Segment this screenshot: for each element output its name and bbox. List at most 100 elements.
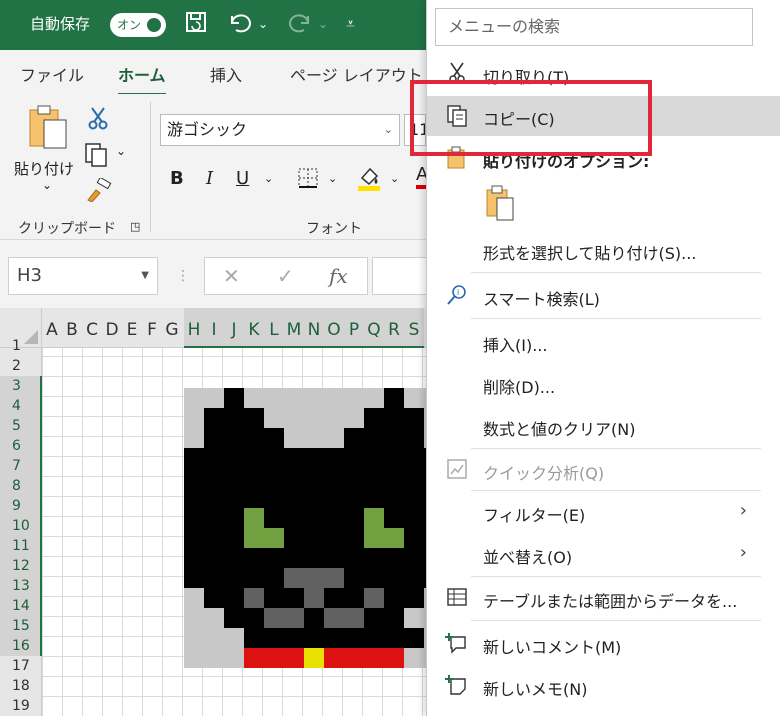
menu-item-new-comment[interactable]: 新しいコメント(M) xyxy=(427,624,780,664)
pixel-cell[interactable] xyxy=(244,548,264,568)
pixel-cell[interactable] xyxy=(344,628,364,648)
pixel-cell[interactable] xyxy=(384,388,404,408)
pixel-cell[interactable] xyxy=(304,608,324,628)
pixel-cell[interactable] xyxy=(344,428,364,448)
pixel-cell[interactable] xyxy=(244,388,264,408)
paste-option-button[interactable] xyxy=(483,184,519,224)
column-header[interactable]: O xyxy=(324,308,344,348)
pixel-cell[interactable] xyxy=(244,528,264,548)
pixel-cell[interactable] xyxy=(284,588,304,608)
pixel-cell[interactable] xyxy=(284,488,304,508)
pixel-cell[interactable] xyxy=(224,588,244,608)
row-header[interactable]: 9 xyxy=(0,496,42,516)
pixel-cell[interactable] xyxy=(324,388,344,408)
pixel-cell[interactable] xyxy=(404,528,424,548)
pixel-cell[interactable] xyxy=(184,468,204,488)
pixel-cell[interactable] xyxy=(184,608,204,628)
pixel-cell[interactable] xyxy=(264,428,284,448)
pixel-cell[interactable] xyxy=(384,548,404,568)
pixel-cell[interactable] xyxy=(224,468,244,488)
row-header[interactable]: 18 xyxy=(0,676,42,696)
name-box[interactable]: H3 ▼ xyxy=(8,257,158,295)
copy-dropdown-icon[interactable]: ⌄ xyxy=(116,144,126,158)
pixel-cell[interactable] xyxy=(244,408,264,428)
pixel-cell[interactable] xyxy=(344,648,364,668)
save-icon[interactable] xyxy=(184,10,208,41)
pixel-cell[interactable] xyxy=(304,528,324,548)
pixel-cell[interactable] xyxy=(344,448,364,468)
pixel-cell[interactable] xyxy=(184,648,204,668)
pixel-cell[interactable] xyxy=(324,408,344,428)
column-header[interactable]: H xyxy=(184,308,204,348)
row-header[interactable]: 2 xyxy=(0,356,42,376)
pixel-cell[interactable] xyxy=(324,528,344,548)
pixel-cell[interactable] xyxy=(204,588,224,608)
pixel-cell[interactable] xyxy=(284,648,304,668)
pixel-cell[interactable] xyxy=(224,528,244,548)
row-header[interactable]: 10 xyxy=(0,516,42,536)
clipboard-launcher-icon[interactable]: ◳ xyxy=(130,220,140,233)
pixel-cell[interactable] xyxy=(364,428,384,448)
row-header[interactable]: 16 xyxy=(0,636,42,656)
pixel-cell[interactable] xyxy=(384,468,404,488)
undo-icon[interactable] xyxy=(228,10,254,41)
pixel-cell[interactable] xyxy=(304,468,324,488)
pixel-cell[interactable] xyxy=(404,408,424,428)
pixel-cell[interactable] xyxy=(204,488,224,508)
pixel-cell[interactable] xyxy=(184,408,204,428)
pixel-cell[interactable] xyxy=(284,548,304,568)
pixel-cell[interactable] xyxy=(264,628,284,648)
pixel-cell[interactable] xyxy=(224,488,244,508)
customize-qat-icon[interactable]: ⩡ xyxy=(346,10,355,38)
pixel-cell[interactable] xyxy=(224,648,244,668)
pixel-cell[interactable] xyxy=(184,548,204,568)
row-header[interactable]: 12 xyxy=(0,556,42,576)
pixel-cell[interactable] xyxy=(404,628,424,648)
pixel-cell[interactable] xyxy=(244,468,264,488)
pixel-cell[interactable] xyxy=(224,548,244,568)
column-header[interactable]: B xyxy=(62,308,82,348)
pixel-cell[interactable] xyxy=(284,428,304,448)
pixel-cell[interactable] xyxy=(364,628,384,648)
pixel-cell[interactable] xyxy=(244,568,264,588)
pixel-cell[interactable] xyxy=(404,448,424,468)
pixel-cell[interactable] xyxy=(304,548,324,568)
column-header[interactable]: E xyxy=(122,308,142,348)
column-header[interactable]: R xyxy=(384,308,404,348)
cancel-icon[interactable]: ✕ xyxy=(223,264,240,288)
row-header[interactable]: 15 xyxy=(0,616,42,636)
pixel-cell[interactable] xyxy=(204,448,224,468)
pixel-cell[interactable] xyxy=(244,508,264,528)
pixel-cell[interactable] xyxy=(384,568,404,588)
pixel-cell[interactable] xyxy=(384,608,404,628)
pixel-cell[interactable] xyxy=(324,628,344,648)
pixel-cell[interactable] xyxy=(384,648,404,668)
pixel-cell[interactable] xyxy=(364,568,384,588)
italic-button[interactable]: I xyxy=(206,168,213,189)
pixel-cell[interactable] xyxy=(324,488,344,508)
pixel-cell[interactable] xyxy=(404,588,424,608)
row-header[interactable]: 19 xyxy=(0,696,42,716)
pixel-cell[interactable] xyxy=(324,468,344,488)
pixel-cell[interactable] xyxy=(384,488,404,508)
autosave-toggle[interactable]: オン xyxy=(110,13,166,37)
font-name-select[interactable]: 游ゴシック ⌄ xyxy=(160,114,400,146)
pixel-cell[interactable] xyxy=(364,508,384,528)
paste-dropdown-icon[interactable]: ⌄ xyxy=(42,178,52,192)
row-header[interactable]: 17 xyxy=(0,656,42,676)
pixel-cell[interactable] xyxy=(304,488,324,508)
row-header[interactable]: 3 xyxy=(0,376,42,396)
font-color-button[interactable]: A xyxy=(416,164,426,189)
menu-item-sort[interactable]: 並べ替え(O) › xyxy=(427,534,780,574)
pixel-cell[interactable] xyxy=(384,408,404,428)
pixel-cell[interactable] xyxy=(224,628,244,648)
copy-icon[interactable] xyxy=(84,142,110,173)
column-header[interactable]: J xyxy=(224,308,244,348)
pixel-cell[interactable] xyxy=(324,588,344,608)
pixel-cell[interactable] xyxy=(264,588,284,608)
pixel-cell[interactable] xyxy=(344,608,364,628)
pixel-cell[interactable] xyxy=(324,448,344,468)
pixel-cell[interactable] xyxy=(224,408,244,428)
pixel-cell[interactable] xyxy=(324,608,344,628)
pixel-art-selection[interactable] xyxy=(184,388,444,668)
